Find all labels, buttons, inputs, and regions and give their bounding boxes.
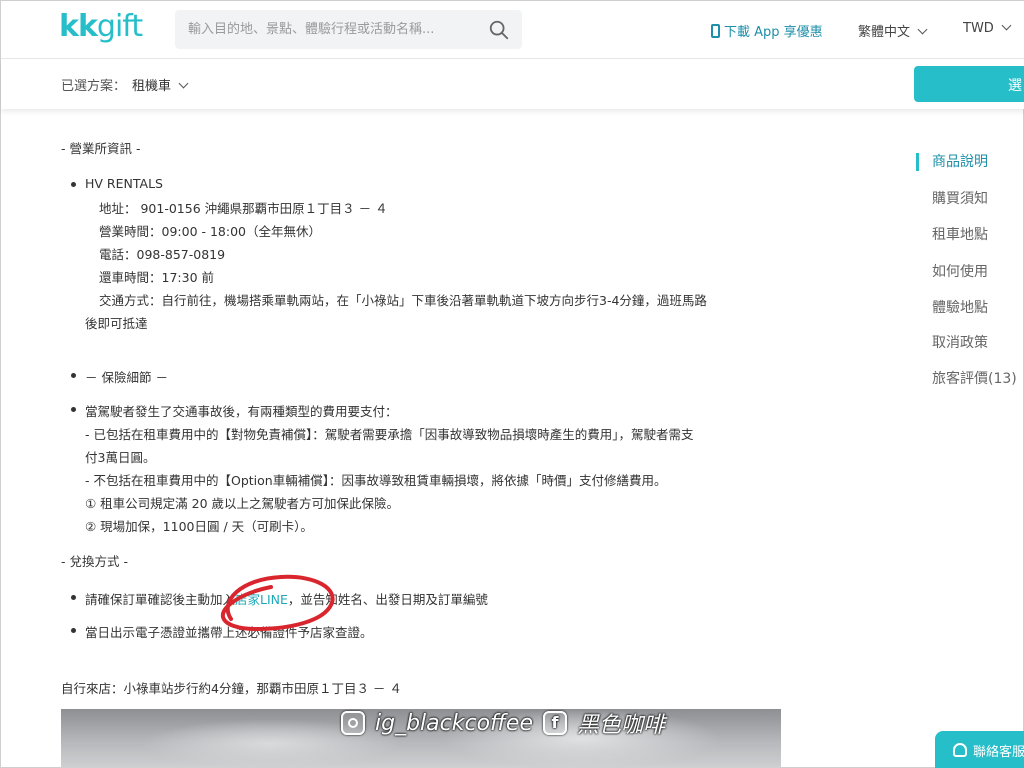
transport-line-1: 交通方式：自行前往，機場搭乘單軌兩站，在「小祿站」下車後沿著單軌軌道下坡方向步行… [99,293,707,308]
nav-item-experience-location[interactable]: 體驗地點 [932,297,988,317]
office-address: 地址： 901-0156 沖繩県那覇市田原１丁目３ － ４ [99,201,388,216]
contact-support-button[interactable]: 聯絡客服 [935,731,1024,768]
redeem-heading: - 兌換方式 - [61,554,128,569]
chevron-down-icon [1001,20,1012,31]
redeem-step-1-post: ，並告知姓名、出發日期及訂單編號 [287,592,488,607]
facebook-icon: f [542,711,567,735]
office-hours: 營業時間：09:00 - 18:00（全年無休） [99,224,322,239]
shop-line-link[interactable]: 店家LINE [235,592,288,607]
top-header: kkgift 下載 App 享優惠 繁體中文 TWD [1,1,1024,59]
chevron-down-icon [178,78,189,89]
kkgift-logo[interactable]: kkgift [59,9,143,44]
active-indicator [916,153,919,171]
watermark-facebook: 黑色咖啡 [576,713,665,738]
insurance-c2: ② 現場加保，1100日圓 / 天（可刷卡）。 [85,519,313,534]
logo-kk: kk [59,9,98,44]
nav-item-reviews[interactable]: 旅客評價(13) [932,368,1017,388]
insurance-heading: － 保險細節 － [71,367,168,386]
redeem-step-2: 當日出示電子憑證並攜帶上述必備證件予店家查證。 [71,622,373,641]
watermark-instagram: ig_blackcoffee [375,710,533,736]
office-heading: - 營業所資訊 - [61,141,141,156]
instagram-icon [341,711,365,735]
insurance-a-line-1: - 已包括在租車費用中的【對物免責補償】：駕駛者需要承擔「因事故導致物品損壞時產… [85,427,694,442]
select-plan-button[interactable]: 選 [914,66,1024,102]
office-phone: 電話：098-857-0819 [99,247,226,262]
office-name: HV RENTALS [71,176,163,191]
redeem-step-1-pre: 請確保訂單確認後主動加入 [85,592,236,607]
redeem-step-1: 請確保訂單確認後主動加入店家LINE，並告知姓名、出發日期及訂單編號 [71,589,488,608]
plan-bar: 已選方案： 租機車 選 [1,59,1024,109]
chevron-down-icon [917,24,928,35]
search-box [175,10,522,49]
watermark: ig_blackcoffee f 黑色咖啡 [341,707,665,739]
return-time: 還車時間：17:30 前 [99,270,214,285]
currency-label: TWD [963,21,994,36]
insurance-intro: 當駕駛者發生了交通事故後，有兩種類型的費用要支付： [71,401,398,420]
download-app-label: 下載 App 享優惠 [724,25,823,40]
language-selector[interactable]: 繁體中文 [858,21,928,40]
nav-item-cancellation-policy[interactable]: 取消政策 [932,332,988,352]
insurance-c1: ① 租車公司規定滿 20 歲以上之駕駛者方可加保此保險。 [85,496,400,511]
nav-item-product-description[interactable]: 商品說明 [932,151,988,171]
insurance-a-line-2: 付3萬日圓。 [85,450,156,465]
transport-line-2: 後即可抵達 [85,316,148,331]
plan-value: 租機車 [132,79,172,94]
headset-icon [953,743,967,757]
search-icon[interactable] [488,19,510,41]
logo-gift: gift [96,9,143,44]
phone-icon [711,23,720,38]
language-label: 繁體中文 [858,25,911,40]
plan-label: 已選方案： [61,79,127,94]
currency-selector[interactable]: TWD [963,20,1012,36]
selected-plan[interactable]: 已選方案： 租機車 [61,75,189,94]
support-label: 聯絡客服 [973,745,1024,760]
self-visit-note: 自行來店：小祿車站步行約4分鐘，那覇市田原１丁目３ － ４ [61,681,402,696]
nav-item-how-to-use[interactable]: 如何使用 [932,261,988,281]
download-app-link[interactable]: 下載 App 享優惠 [711,21,823,40]
insurance-b: - 不包括在租車費用中的【Option車輛補償】：因事故導致租賃車輛損壞，將依據… [85,473,667,488]
search-input[interactable] [175,10,475,49]
nav-item-rental-location[interactable]: 租車地點 [932,224,988,244]
nav-item-purchase-notice[interactable]: 購買須知 [932,188,988,208]
